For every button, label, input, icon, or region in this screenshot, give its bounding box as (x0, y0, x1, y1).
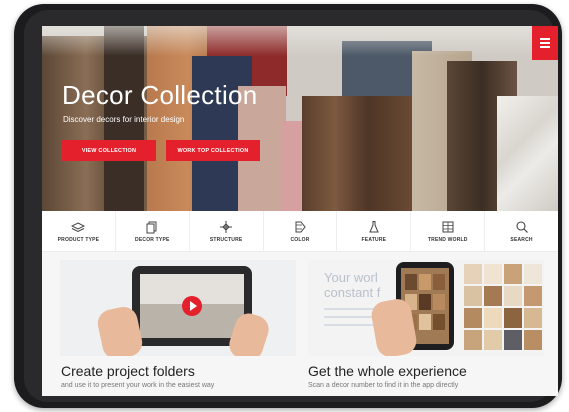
nav-item-decor-type[interactable]: DECOR TYPE (116, 211, 190, 251)
flask-icon (369, 220, 379, 232)
nav-item-search[interactable]: SEARCH (485, 211, 558, 251)
nav-label: PRODUCT TYPE (57, 236, 100, 243)
panels-icon (146, 221, 157, 233)
experience-image[interactable]: Your worl constant f (308, 260, 544, 356)
nav-label: FEATURE (361, 236, 387, 243)
category-nav: PRODUCT TYPE DECOR TYPE STRUCTURE COLOR … (42, 211, 558, 252)
nav-item-color[interactable]: COLOR (264, 211, 338, 251)
hero-banner: Decor Collection Discover decors for int… (42, 26, 558, 211)
work-top-collection-button[interactable]: WORK TOP COLLECTION (166, 140, 260, 161)
nav-label: SEARCH (510, 236, 533, 243)
nav-item-product-type[interactable]: PRODUCT TYPE (42, 211, 116, 251)
card-title: Get the whole experience (308, 363, 467, 379)
palette-icon (295, 221, 306, 232)
card-description: and use it to present your work in the e… (61, 382, 215, 389)
decor-panel (497, 96, 558, 211)
project-folders-image[interactable] (60, 260, 296, 356)
card-title: Create project folders (61, 363, 195, 379)
nav-item-feature[interactable]: FEATURE (337, 211, 412, 251)
search-icon (516, 220, 528, 233)
decor-swatch-grid (460, 260, 544, 356)
nav-item-trend-world[interactable]: TREND WORLD (411, 211, 486, 251)
nav-label: TREND WORLD (427, 236, 468, 243)
card-description: Scan a decor number to find it in the ap… (308, 382, 459, 389)
page-title: Decor Collection (62, 80, 258, 110)
menu-button[interactable] (532, 26, 558, 60)
play-icon[interactable] (182, 296, 202, 316)
nav-label: COLOR (290, 236, 310, 243)
app-screen: Decor Collection Discover decors for int… (42, 26, 558, 396)
nav-label: DECOR TYPE (135, 236, 170, 243)
feature-cards: Create project folders and use it to pre… (42, 252, 558, 396)
grid-icon (442, 221, 454, 232)
decor-panel (302, 96, 412, 211)
hamburger-icon (540, 42, 550, 44)
nav-item-structure[interactable]: STRUCTURE (190, 211, 264, 251)
faded-background-text: Your worl constant f (324, 270, 381, 300)
layers-icon (71, 221, 86, 232)
view-collection-button[interactable]: VIEW COLLECTION (62, 140, 156, 161)
structure-icon (220, 220, 233, 233)
page-subtitle: Discover decors for interior design (63, 115, 185, 124)
nav-label: STRUCTURE (209, 236, 243, 243)
tablet-illustration-screen (140, 274, 244, 338)
hero-top-fade (42, 26, 558, 56)
faded-line (324, 316, 376, 318)
